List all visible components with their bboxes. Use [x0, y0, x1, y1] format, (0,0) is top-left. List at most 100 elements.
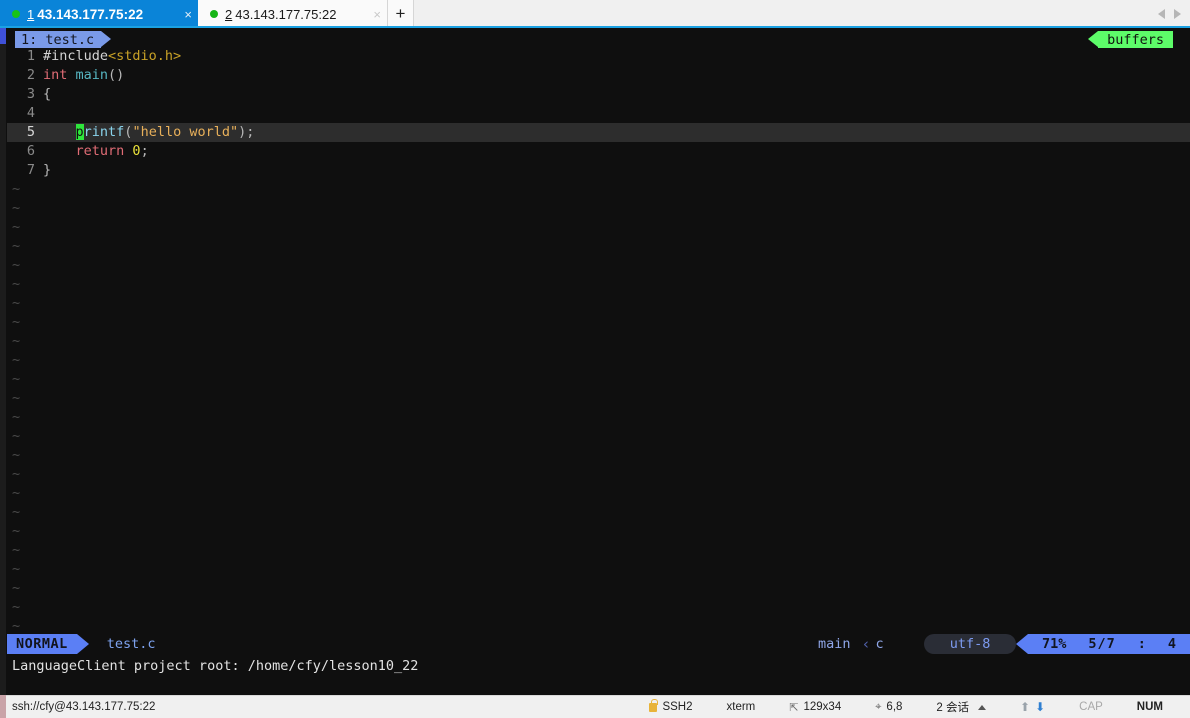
empty-line-marker: ~ — [12, 542, 21, 558]
close-icon[interactable]: × — [170, 8, 192, 21]
connection-status-dot-icon — [210, 10, 218, 18]
code-token: 0 — [132, 143, 141, 159]
line-position: 5/7 — [1088, 636, 1116, 652]
line-number: 4 — [26, 105, 35, 121]
empty-line-marker: ~ — [12, 390, 21, 406]
encoding-label: utf-8 — [923, 634, 1017, 654]
text-cursor: p — [75, 124, 84, 140]
tab-nav-arrows — [1158, 0, 1190, 28]
code-token: <stdio.h> — [108, 48, 182, 64]
line-number: 2 — [26, 67, 35, 83]
empty-line-marker: ~ — [12, 371, 21, 387]
terminal-scrollbar[interactable] — [0, 28, 6, 695]
empty-line-marker: ~ — [12, 295, 21, 311]
session-tab-2[interactable]: 2 43.143.177.75:22 × — [198, 0, 388, 28]
code-line[interactable]: 1 #include<stdio.h> — [7, 47, 1190, 66]
tab-2-number: 2 — [225, 6, 233, 22]
empty-line-marker: ~ — [12, 428, 21, 444]
empty-line-marker: ~ — [12, 314, 21, 330]
code-line[interactable]: 3{ — [7, 85, 1190, 104]
line-number: 1 — [26, 48, 35, 64]
close-icon[interactable]: × — [359, 8, 381, 21]
code-line[interactable]: 5 printf("hello world"); — [7, 123, 1190, 142]
code-token: return — [75, 143, 133, 159]
cursor-position-icon: ⌖ — [875, 700, 882, 713]
chevron-right-icon[interactable] — [1174, 9, 1181, 19]
code-line[interactable]: 6 return 0; — [7, 142, 1190, 161]
tab-2-label: 43.143.177.75:22 — [235, 6, 337, 22]
terminal-scrollbar-thumb[interactable] — [0, 28, 6, 44]
vim-buffers-text: buffers — [1107, 31, 1164, 48]
code-line[interactable]: 4 — [7, 104, 1190, 123]
status-term-type: xterm — [726, 701, 756, 713]
vim-mode-badge: NORMAL — [7, 634, 77, 654]
empty-line-marker: ~ — [12, 333, 21, 349]
code-token: ); — [238, 124, 255, 140]
tab-1-label: 43.143.177.75:22 — [37, 6, 144, 22]
vim-message-line: LanguageClient project root: /home/cfy/l… — [12, 658, 419, 674]
column-position: 4 — [1167, 636, 1176, 652]
vim-buffers-label[interactable]: buffers — [1088, 31, 1173, 48]
filetype-label: c — [875, 636, 884, 652]
protocol-label: SSH2 — [662, 701, 693, 713]
status-term-size: ⇱ 129x34 — [772, 701, 858, 714]
status-accent-strip — [0, 695, 6, 718]
position-colon: : — [1137, 636, 1146, 652]
code-line-text: } — [43, 161, 1190, 180]
terminal-app-window: 1 43.143.177.75:22 × 2 43.143.177.75:22 … — [0, 0, 1190, 718]
code-token: () — [108, 67, 125, 83]
buffer-tab-arrow-icon — [101, 31, 112, 47]
statusline-separator-icon: ‹ — [861, 635, 871, 653]
empty-line-marker: ~ — [12, 276, 21, 292]
code-line[interactable]: 7} — [7, 161, 1190, 180]
code-token: #include — [43, 48, 109, 64]
vim-editor: 1: test.c buffers 1 #include<stdio.h> 2 int… — [7, 28, 1190, 695]
vim-empty-lines: ~ ~ ~ ~ ~ ~ ~ ~ ~ ~ ~ ~ ~ ~ ~ ~ ~ ~ ~ ~ ~ ~ ~ ~ — [7, 180, 1190, 636]
code-line-text: { — [43, 85, 1190, 104]
empty-line-marker: ~ — [12, 466, 21, 482]
code-token: { — [43, 86, 52, 102]
chevron-left-icon[interactable] — [1158, 9, 1165, 19]
session-tab-1[interactable]: 1 43.143.177.75:22 × — [0, 0, 198, 28]
code-token: rintf — [83, 124, 125, 140]
code-token: main — [75, 67, 109, 83]
vim-code-lines[interactable]: 1 #include<stdio.h> 2 int main() 3{4 5 printf… — [7, 47, 1190, 180]
connection-string: ssh://cfy@43.143.177.75:22 — [12, 701, 156, 713]
tabbar-empty-space — [414, 0, 1158, 28]
line-number: 6 — [26, 143, 35, 159]
new-tab-button[interactable]: + — [388, 0, 414, 28]
line-number: 7 — [26, 162, 35, 178]
vim-statusline-right: main ‹ c utf-8 71% 5/7 : 4 — [818, 634, 1190, 654]
empty-line-marker: ~ — [12, 561, 21, 577]
line-number: 3 — [26, 86, 35, 102]
empty-line-marker: ~ — [12, 409, 21, 425]
connection-status-dot-icon — [12, 10, 20, 18]
vim-tabline: 1: test.c buffers — [7, 28, 1190, 48]
mode-badge-arrow-icon — [76, 634, 89, 654]
vim-buffer-tab-label: 1: test.c — [21, 31, 95, 48]
code-token: int — [43, 67, 76, 83]
empty-line-marker: ~ — [12, 447, 21, 463]
vim-statusline-filename: test.c — [106, 636, 156, 652]
empty-line-marker: ~ — [12, 219, 21, 235]
empty-line-marker: ~ — [12, 181, 21, 197]
scroll-percent: 71% — [1041, 636, 1067, 652]
git-branch-label: main — [818, 636, 851, 652]
term-size-label: 129x34 — [803, 701, 842, 713]
empty-line-marker: ~ — [12, 238, 21, 254]
terminal-pane[interactable]: 1: test.c buffers 1 #include<stdio.h> 2 int… — [0, 28, 1190, 695]
status-transfer-icons: ⬆ ⬇ — [1003, 700, 1062, 714]
vim-buffer-tab[interactable]: 1: test.c — [15, 31, 112, 48]
download-arrow-icon: ⬇ — [1035, 700, 1046, 714]
code-line-text: int main() — [43, 66, 1190, 85]
status-sessions[interactable]: 2 会话 — [919, 699, 1003, 715]
position-segment-arrow-icon — [1016, 634, 1029, 654]
upload-arrow-icon: ⬆ — [1020, 700, 1031, 714]
chevron-up-icon[interactable] — [978, 704, 987, 710]
code-token: "hello world" — [132, 124, 239, 140]
empty-line-marker: ~ — [12, 580, 21, 596]
resize-icon: ⇱ — [789, 701, 799, 714]
code-line[interactable]: 2 int main() — [7, 66, 1190, 85]
